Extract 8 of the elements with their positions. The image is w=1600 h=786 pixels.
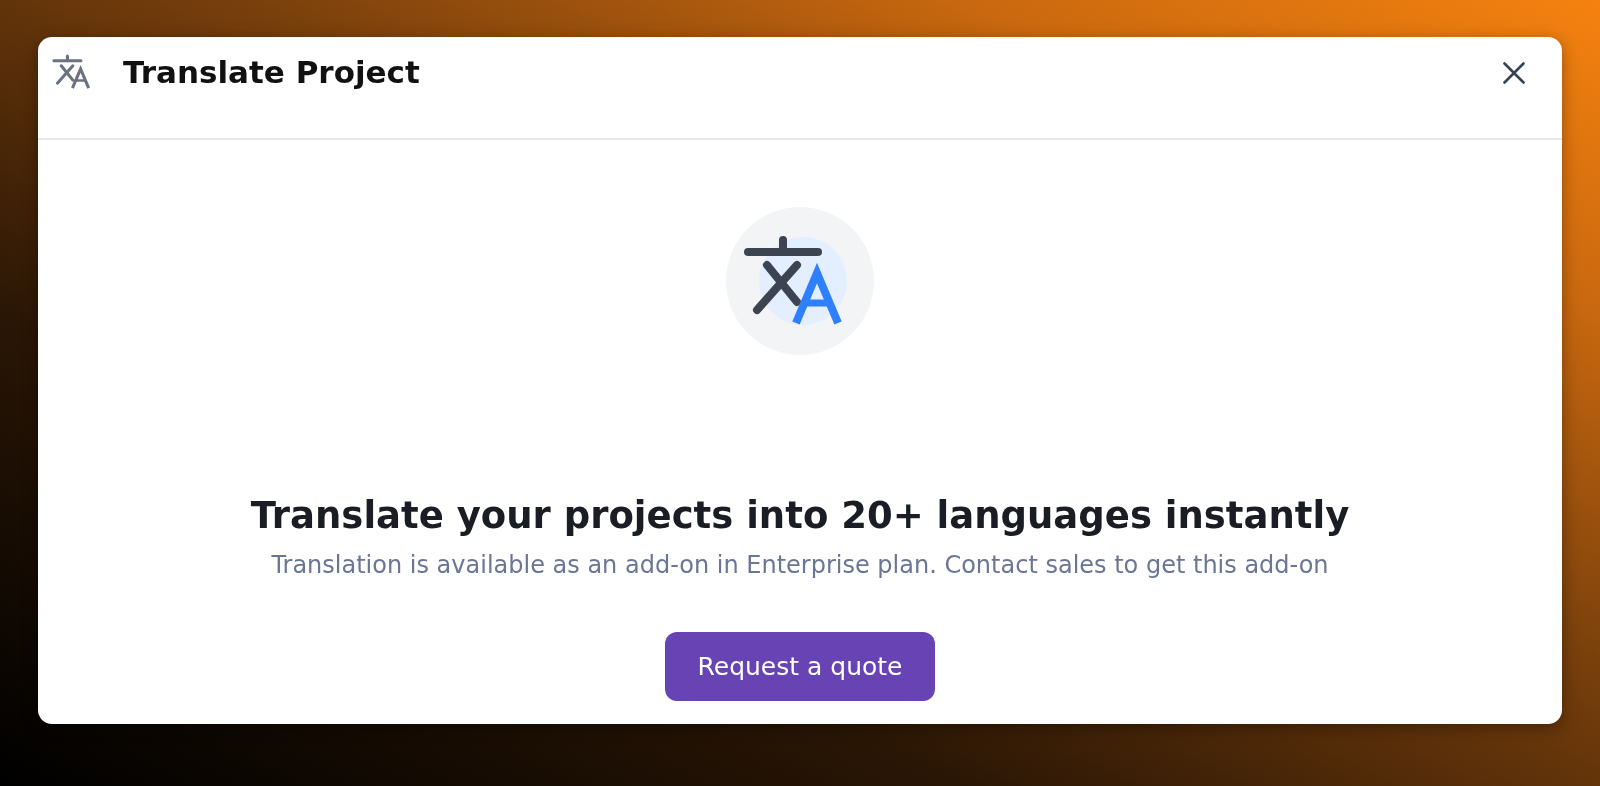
close-icon xyxy=(1503,62,1525,84)
translate-icon xyxy=(726,207,874,355)
translate-icon xyxy=(52,53,91,91)
dialog-title: Translate Project xyxy=(123,53,420,91)
promo-heading: Translate your projects into 20+ languages instantly xyxy=(250,493,1350,539)
request-quote-button[interactable]: Request a quote xyxy=(665,632,935,701)
close-button[interactable] xyxy=(1502,61,1526,85)
promo-description: Translation is available as an add-on in Enterprise plan. Contact sales to get this add-on xyxy=(271,550,1329,581)
